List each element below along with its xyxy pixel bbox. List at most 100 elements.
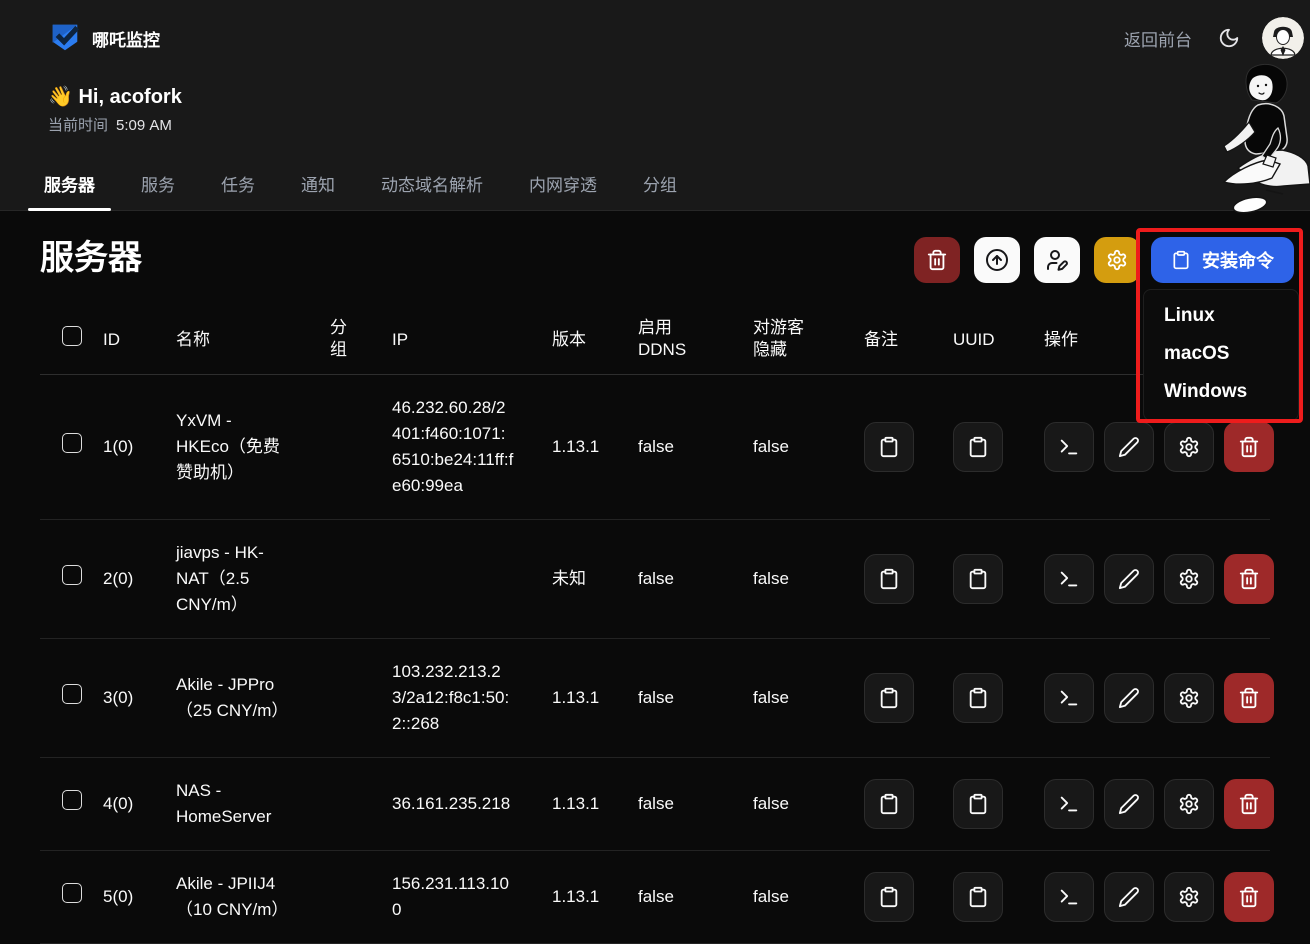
table-row: 4(0) NAS - HomeServer 36.161.235.218 1.1…	[40, 758, 1270, 851]
terminal-icon	[1058, 687, 1080, 709]
terminal-button[interactable]	[1044, 673, 1094, 723]
note-copy-button[interactable]	[864, 779, 914, 829]
dropdown-item-windows[interactable]: Windows	[1144, 373, 1298, 411]
edit-server-button[interactable]	[1104, 554, 1154, 604]
table-row: 3(0) Akile - JPPro（25 CNY/m） 103.232.213…	[40, 639, 1270, 758]
tab-notifications[interactable]: 通知	[285, 161, 351, 210]
gear-icon	[1178, 687, 1200, 709]
terminal-button[interactable]	[1044, 554, 1094, 604]
back-to-front-link[interactable]: 返回前台	[1124, 26, 1192, 51]
time-value: 5:09 AM	[116, 117, 172, 134]
edit-server-button[interactable]	[1104, 872, 1154, 922]
tab-servers[interactable]: 服务器	[28, 161, 111, 210]
batch-delete-button[interactable]	[914, 237, 960, 283]
server-settings-button[interactable]	[1164, 872, 1214, 922]
terminal-button[interactable]	[1044, 872, 1094, 922]
server-hide-from-guest: false	[738, 884, 848, 910]
note-copy-button[interactable]	[864, 872, 914, 922]
tab-tasks[interactable]: 任务	[205, 161, 271, 210]
server-hide-from-guest: false	[738, 791, 848, 817]
tab-nat[interactable]: 内网穿透	[513, 161, 613, 210]
row-checkbox[interactable]	[62, 433, 82, 453]
delete-server-button[interactable]	[1224, 779, 1274, 829]
server-id: 1(0)	[92, 434, 164, 460]
install-command-button[interactable]: 安装命令	[1151, 237, 1294, 283]
server-ddns: false	[626, 434, 738, 460]
uuid-copy-button[interactable]	[953, 872, 1003, 922]
server-table: ID 名称 分组 IP 版本 启用 DDNS 对游客隐藏 备注 UUID 操作 …	[40, 305, 1270, 944]
col-id: ID	[92, 327, 164, 353]
install-command-label: 安装命令	[1202, 247, 1274, 273]
avatar-image	[1262, 17, 1304, 59]
server-ddns: false	[626, 685, 738, 711]
col-uuid: UUID	[940, 327, 1028, 353]
tab-ddns[interactable]: 动态域名解析	[365, 161, 499, 210]
server-hide-from-guest: false	[738, 566, 848, 592]
trash-icon	[1238, 436, 1260, 458]
batch-edit-button[interactable]	[1034, 237, 1080, 283]
avatar[interactable]	[1262, 17, 1304, 59]
server-id: 2(0)	[92, 566, 164, 592]
server-settings-button[interactable]	[1164, 554, 1214, 604]
server-ip: 103.232.213.23/2a12:f8c1:50:2::268	[392, 659, 514, 737]
server-version: 1.13.1	[540, 884, 626, 910]
table-row: 1(0) YxVM - HKEco（免费赞助机） 46.232.60.28/24…	[40, 375, 1270, 520]
delete-server-button[interactable]	[1224, 872, 1274, 922]
edit-server-button[interactable]	[1104, 422, 1154, 472]
select-all-checkbox[interactable]	[62, 326, 82, 346]
clipboard-icon	[878, 436, 900, 458]
server-ip: 36.161.235.218	[392, 791, 510, 817]
table-header-row: ID 名称 分组 IP 版本 启用 DDNS 对游客隐藏 备注 UUID 操作	[40, 305, 1270, 375]
table-body: 1(0) YxVM - HKEco（免费赞助机） 46.232.60.28/24…	[40, 375, 1270, 944]
force-update-button[interactable]	[974, 237, 1020, 283]
row-checkbox[interactable]	[62, 790, 82, 810]
uuid-copy-button[interactable]	[953, 673, 1003, 723]
terminal-button[interactable]	[1044, 422, 1094, 472]
main-content: 服务器 安装命令 Linux macOS	[0, 237, 1310, 944]
dropdown-item-macos[interactable]: macOS	[1144, 335, 1298, 373]
trash-icon	[1238, 687, 1260, 709]
settings-button[interactable]	[1094, 237, 1140, 283]
delete-server-button[interactable]	[1224, 422, 1274, 472]
user-pen-icon	[1045, 248, 1069, 272]
edit-server-button[interactable]	[1104, 673, 1154, 723]
tab-services[interactable]: 服务	[125, 161, 191, 210]
server-settings-button[interactable]	[1164, 422, 1214, 472]
edit-server-button[interactable]	[1104, 779, 1154, 829]
pencil-icon	[1118, 886, 1140, 908]
install-os-dropdown: Linux macOS Windows	[1143, 289, 1299, 421]
server-name: jiavps - HK-NAT（2.5 CNY/m）	[176, 540, 282, 618]
wave-emoji: 👋	[48, 86, 73, 108]
delete-server-button[interactable]	[1224, 554, 1274, 604]
pencil-icon	[1118, 568, 1140, 590]
server-name: Akile - JPIIJ4（10 CNY/m）	[176, 871, 282, 923]
terminal-button[interactable]	[1044, 779, 1094, 829]
server-settings-button[interactable]	[1164, 779, 1214, 829]
row-checkbox[interactable]	[62, 565, 82, 585]
col-note: 备注	[848, 327, 940, 353]
server-settings-button[interactable]	[1164, 673, 1214, 723]
row-checkbox[interactable]	[62, 684, 82, 704]
gear-icon	[1178, 568, 1200, 590]
tab-groups[interactable]: 分组	[627, 161, 693, 210]
dropdown-item-linux[interactable]: Linux	[1144, 297, 1298, 335]
gear-icon	[1178, 793, 1200, 815]
dark-mode-toggle[interactable]	[1218, 27, 1240, 49]
clipboard-icon	[878, 886, 900, 908]
uuid-copy-button[interactable]	[953, 779, 1003, 829]
uuid-copy-button[interactable]	[953, 422, 1003, 472]
table-row: 2(0) jiavps - HK-NAT（2.5 CNY/m） 未知 false…	[40, 520, 1270, 639]
moon-icon	[1218, 27, 1240, 49]
server-name: YxVM - HKEco（免费赞助机）	[176, 408, 282, 486]
uuid-copy-button[interactable]	[953, 554, 1003, 604]
main-nav: 服务器 服务 任务 通知 动态域名解析 内网穿透 分组	[0, 161, 1310, 211]
table-row: 5(0) Akile - JPIIJ4（10 CNY/m） 156.231.11…	[40, 851, 1270, 944]
note-copy-button[interactable]	[864, 422, 914, 472]
server-hide-from-guest: false	[738, 434, 848, 460]
terminal-icon	[1058, 568, 1080, 590]
row-checkbox[interactable]	[62, 883, 82, 903]
note-copy-button[interactable]	[864, 673, 914, 723]
note-copy-button[interactable]	[864, 554, 914, 604]
clipboard-icon	[878, 687, 900, 709]
delete-server-button[interactable]	[1224, 673, 1274, 723]
